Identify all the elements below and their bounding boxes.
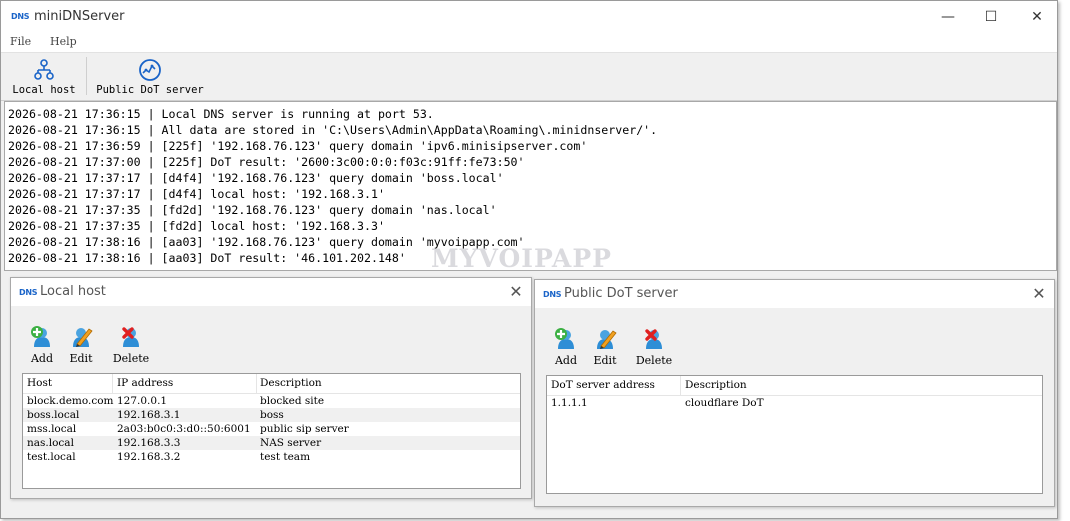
table-row[interactable]: block.demo.com 127.0.0.1 blocked site xyxy=(23,394,520,408)
cell-ip: 2a03:b0c0:3:d0::50:6001 xyxy=(117,423,251,435)
table-header: DoT server address Description xyxy=(547,376,1042,396)
log-line: 2026-08-21 17:37:00 | [225f] DoT result:… xyxy=(8,155,525,169)
cell-host: test.local xyxy=(27,451,76,463)
maximize-button[interactable]: ☐ xyxy=(970,5,1012,29)
edit-icon xyxy=(73,328,93,347)
column-divider xyxy=(680,376,681,395)
local-host-logo-icon: DNS xyxy=(19,288,38,297)
log-line: 2026-08-21 17:36:59 | [225f] '192.168.76… xyxy=(8,139,588,153)
dot-server-table[interactable]: DoT server address Description 1.1.1.1 c… xyxy=(546,375,1043,494)
log-line: 2026-08-21 17:37:17 | [d4f4] '192.168.76… xyxy=(8,171,504,185)
network-icon xyxy=(34,59,54,80)
column-host[interactable]: Host xyxy=(27,377,52,389)
log-line: 2026-08-21 17:37:35 | [fd2d] local host:… xyxy=(8,219,385,233)
dot-server-title: Public DoT server xyxy=(564,286,678,301)
menu-help[interactable]: Help xyxy=(50,35,77,48)
globe-icon xyxy=(139,59,161,81)
table-row[interactable]: boss.local 192.168.3.1 boss xyxy=(23,408,520,422)
table-row[interactable]: nas.local 192.168.3.3 NAS server xyxy=(23,436,520,450)
main-window: DNS miniDNServer — ☐ ✕ File Help Local h… xyxy=(0,0,1058,519)
cell-description: test team xyxy=(260,451,311,463)
cell-dot-address: 1.1.1.1 xyxy=(551,397,588,409)
cell-host: mss.local xyxy=(27,423,77,435)
local-host-add-label: Add xyxy=(30,352,54,365)
cell-ip: 127.0.0.1 xyxy=(117,395,168,407)
dot-server-delete-button[interactable]: Delete xyxy=(632,327,676,367)
cell-ip: 192.168.3.2 xyxy=(117,451,181,463)
title-bar[interactable]: DNS miniDNServer — ☐ ✕ xyxy=(1,1,1057,33)
local-host-close-button[interactable]: ✕ xyxy=(506,282,526,302)
watermark: MYVOIPAPP xyxy=(431,244,612,273)
table-row[interactable]: mss.local 2a03:b0c0:3:d0::50:6001 public… xyxy=(23,422,520,436)
column-description[interactable]: Description xyxy=(685,379,747,391)
dot-server-add-button[interactable]: Add xyxy=(544,327,588,367)
delete-icon xyxy=(645,329,662,349)
app-logo-icon: DNS xyxy=(11,12,30,21)
local-host-title-bar[interactable]: DNS Local host ✕ xyxy=(11,278,531,306)
log-line: 2026-08-21 17:38:16 | [aa03] DoT result:… xyxy=(8,251,406,265)
cell-ip: 192.168.3.3 xyxy=(117,437,181,449)
toolbar: Local host Public DoT server xyxy=(1,53,1057,101)
public-dot-server-label: Public DoT server xyxy=(96,84,204,96)
local-host-window: DNS Local host ✕ Add Edit Delete Host IP… xyxy=(10,277,532,499)
local-host-delete-label: Delete xyxy=(112,352,150,365)
local-host-delete-button[interactable]: Delete xyxy=(109,325,153,365)
table-row[interactable]: test.local 192.168.3.2 test team xyxy=(23,450,520,464)
column-divider xyxy=(112,374,113,393)
menu-bar: File Help xyxy=(1,33,1057,53)
cell-ip: 192.168.3.1 xyxy=(117,409,181,421)
add-icon xyxy=(31,326,50,347)
local-host-edit-button[interactable]: Edit xyxy=(59,325,103,365)
column-description[interactable]: Description xyxy=(260,377,322,389)
dot-server-logo-icon: DNS xyxy=(543,290,562,299)
dot-server-edit-label: Edit xyxy=(593,354,617,367)
local-host-edit-label: Edit xyxy=(69,352,93,365)
add-icon xyxy=(555,328,574,349)
log-line: 2026-08-21 17:37:17 | [d4f4] local host:… xyxy=(8,187,385,201)
cell-host: nas.local xyxy=(27,437,74,449)
log-line: 2026-08-21 17:36:15 | All data are store… xyxy=(8,123,658,137)
local-host-table[interactable]: Host IP address Description block.demo.c… xyxy=(22,373,521,489)
dot-server-add-label: Add xyxy=(554,354,578,367)
local-host-add-button[interactable]: Add xyxy=(20,325,64,365)
column-dot-server-address[interactable]: DoT server address xyxy=(551,379,655,391)
log-line: 2026-08-21 17:37:35 | [fd2d] '192.168.76… xyxy=(8,203,497,217)
toolbar-separator xyxy=(86,57,87,95)
dot-server-window: DNS Public DoT server ✕ Add Edit Delete … xyxy=(534,279,1055,507)
dot-server-edit-button[interactable]: Edit xyxy=(583,327,627,367)
delete-icon xyxy=(122,327,139,347)
cell-description: NAS server xyxy=(260,437,322,449)
minimize-button[interactable]: — xyxy=(927,5,969,29)
window-title: miniDNServer xyxy=(34,9,125,24)
column-divider xyxy=(256,374,257,393)
public-dot-server-button[interactable]: Public DoT server xyxy=(93,55,207,97)
cell-host: boss.local xyxy=(27,409,80,421)
table-header: Host IP address Description xyxy=(23,374,520,394)
edit-icon xyxy=(597,330,617,349)
cell-description: cloudflare DoT xyxy=(685,397,764,409)
cell-description: blocked site xyxy=(260,395,325,407)
cell-host: block.demo.com xyxy=(27,395,114,407)
menu-file[interactable]: File xyxy=(10,35,31,48)
dot-server-close-button[interactable]: ✕ xyxy=(1029,284,1049,304)
local-host-title: Local host xyxy=(40,284,106,299)
dot-server-delete-label: Delete xyxy=(635,354,673,367)
column-ip-address[interactable]: IP address xyxy=(117,377,173,389)
local-host-label: Local host xyxy=(12,84,76,96)
dot-server-title-bar[interactable]: DNS Public DoT server ✕ xyxy=(535,280,1054,308)
table-row[interactable]: 1.1.1.1 cloudflare DoT xyxy=(547,396,1042,410)
cell-description: public sip server xyxy=(260,423,349,435)
local-host-button[interactable]: Local host xyxy=(9,55,79,97)
cell-description: boss xyxy=(260,409,284,421)
log-line: 2026-08-21 17:36:15 | Local DNS server i… xyxy=(8,107,434,121)
close-button[interactable]: ✕ xyxy=(1016,5,1057,29)
